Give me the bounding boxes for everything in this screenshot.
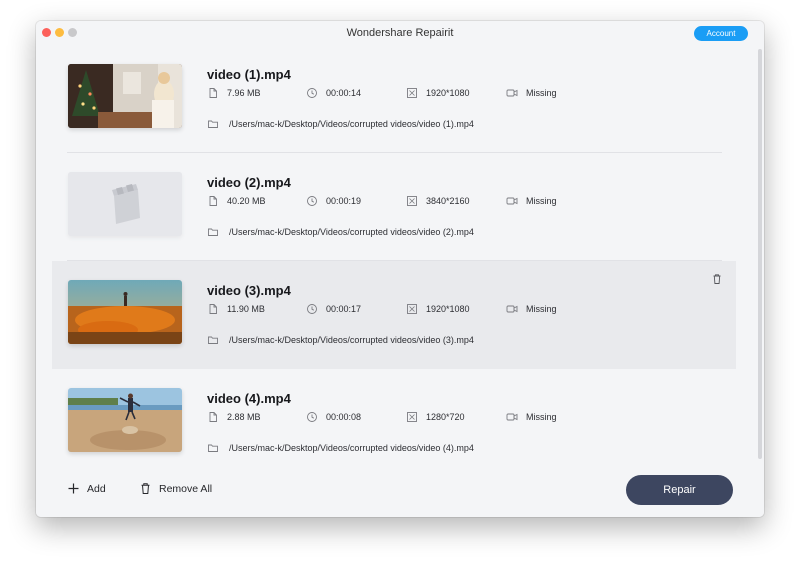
video-list: video (1).mp4 7.96 MB 00:00:14 1920*1080… — [36, 45, 756, 465]
app-window: Wondershare Repairit Account video (1).m… — [36, 21, 764, 517]
expand-icon — [406, 303, 418, 315]
file-icon — [207, 87, 219, 99]
file-path-value: /Users/mac-k/Desktop/Videos/corrupted vi… — [229, 335, 474, 345]
file-resolution-value: 1920*1080 — [426, 88, 470, 98]
file-size-value: 7.96 MB — [227, 88, 261, 98]
file-path: /Users/mac-k/Desktop/Videos/corrupted vi… — [207, 226, 474, 238]
clapperboard-icon — [112, 184, 140, 224]
video-row[interactable]: video (1).mp4 7.96 MB 00:00:14 1920*1080… — [52, 45, 736, 153]
video-camera-icon — [506, 87, 518, 99]
file-path-value: /Users/mac-k/Desktop/Videos/corrupted vi… — [229, 119, 474, 129]
file-path-value: /Users/mac-k/Desktop/Videos/corrupted vi… — [229, 443, 474, 453]
delete-row-button[interactable] — [711, 272, 723, 284]
file-name: video (1).mp4 — [207, 67, 291, 82]
plus-icon — [67, 482, 80, 495]
file-resolution-value: 3840*2160 — [426, 196, 470, 206]
file-duration-value: 00:00:17 — [326, 304, 362, 314]
file-name: video (4).mp4 — [207, 391, 291, 406]
file-resolution: 1280*720 — [406, 411, 465, 423]
file-audio-status-value: Missing — [526, 88, 557, 98]
file-resolution: 1920*1080 — [406, 87, 470, 99]
file-name: video (3).mp4 — [207, 283, 291, 298]
file-audio-status-value: Missing — [526, 412, 557, 422]
expand-icon — [406, 87, 418, 99]
video-camera-icon — [506, 411, 518, 423]
video-thumbnail — [68, 388, 182, 452]
video-thumbnail — [68, 172, 182, 236]
file-size: 40.20 MB — [207, 195, 266, 207]
remove-all-button[interactable]: Remove All — [139, 482, 212, 495]
file-size-value: 11.90 MB — [227, 304, 265, 314]
file-icon — [207, 195, 219, 207]
remove-all-label: Remove All — [159, 482, 213, 495]
file-duration-value: 00:00:14 — [326, 88, 362, 98]
title-bar: Wondershare Repairit Account — [36, 21, 764, 45]
video-camera-icon — [506, 195, 518, 207]
file-duration: 00:00:17 — [306, 303, 361, 315]
file-audio-status: Missing — [506, 195, 557, 207]
file-duration-value: 00:00:08 — [326, 412, 362, 422]
file-audio-status: Missing — [506, 411, 557, 423]
folder-icon — [207, 118, 219, 130]
video-thumbnail — [68, 280, 182, 344]
file-size: 11.90 MB — [207, 303, 265, 315]
file-duration: 00:00:08 — [306, 411, 361, 423]
file-icon — [207, 303, 219, 315]
clock-icon — [306, 303, 318, 315]
file-size: 2.88 MB — [207, 411, 261, 423]
add-button[interactable]: Add — [67, 482, 106, 495]
file-icon — [207, 411, 219, 423]
footer-bar: Add Remove All Repair — [36, 465, 764, 517]
file-audio-status: Missing — [506, 303, 557, 315]
list-scrollbar[interactable] — [758, 49, 762, 459]
file-resolution: 1920*1080 — [406, 303, 470, 315]
trash-icon — [711, 272, 723, 289]
expand-icon — [406, 195, 418, 207]
file-name: video (2).mp4 — [207, 175, 291, 190]
file-duration-value: 00:00:19 — [326, 196, 362, 206]
file-audio-status-value: Missing — [526, 196, 557, 206]
folder-icon — [207, 334, 219, 346]
add-label: Add — [87, 482, 106, 495]
repair-button[interactable]: Repair — [626, 475, 733, 505]
account-button[interactable]: Account — [694, 26, 748, 41]
clock-icon — [306, 87, 318, 99]
file-path-value: /Users/mac-k/Desktop/Videos/corrupted vi… — [229, 227, 474, 237]
file-resolution-value: 1280*720 — [426, 412, 465, 422]
file-resolution-value: 1920*1080 — [426, 304, 470, 314]
file-audio-status: Missing — [506, 87, 557, 99]
file-path: /Users/mac-k/Desktop/Videos/corrupted vi… — [207, 118, 474, 130]
video-thumbnail — [68, 64, 182, 128]
video-row[interactable]: video (4).mp4 2.88 MB 00:00:08 1280*720 … — [52, 369, 736, 465]
file-size-value: 40.20 MB — [227, 196, 266, 206]
file-path: /Users/mac-k/Desktop/Videos/corrupted vi… — [207, 442, 474, 454]
folder-icon — [207, 442, 219, 454]
file-duration: 00:00:19 — [306, 195, 361, 207]
video-row[interactable]: video (3).mp4 11.90 MB 00:00:17 1920*108… — [52, 261, 736, 369]
file-resolution: 3840*2160 — [406, 195, 470, 207]
video-camera-icon — [506, 303, 518, 315]
expand-icon — [406, 411, 418, 423]
clock-icon — [306, 195, 318, 207]
file-size-value: 2.88 MB — [227, 412, 261, 422]
window-title: Wondershare Repairit — [346, 27, 454, 39]
file-size: 7.96 MB — [207, 87, 261, 99]
clock-icon — [306, 411, 318, 423]
file-audio-status-value: Missing — [526, 304, 557, 314]
file-duration: 00:00:14 — [306, 87, 361, 99]
folder-icon — [207, 226, 219, 238]
video-row[interactable]: video (2).mp4 40.20 MB 00:00:19 3840*216… — [52, 153, 736, 261]
trash-icon — [139, 482, 152, 495]
file-path: /Users/mac-k/Desktop/Videos/corrupted vi… — [207, 334, 474, 346]
